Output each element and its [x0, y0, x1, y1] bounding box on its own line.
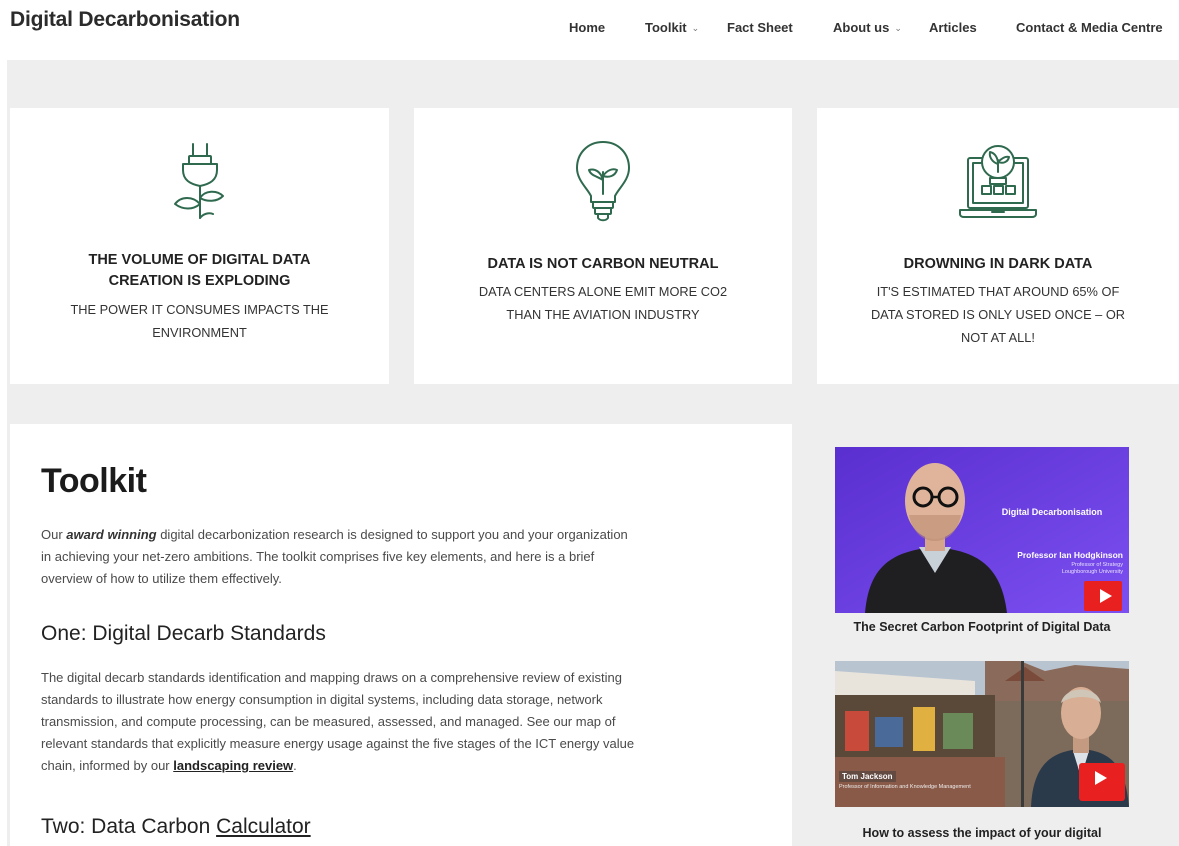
card-subtitle-line1: THE POWER IT CONSUMES IMPACTS THE	[70, 302, 329, 317]
nav-about-us-label: About us	[833, 20, 890, 35]
card-subtitle-line3: NOT AT ALL!	[961, 330, 1035, 345]
video-thumbnail-assess-impact[interactable]: Tom Jackson Professor of Information and…	[835, 661, 1129, 807]
main-nav: Home Toolkit ⌄ Fact Sheet About us ⌄ Artic…	[0, 20, 1179, 40]
chevron-down-icon: ⌄	[691, 23, 700, 33]
calculator-link[interactable]: Calculator	[216, 815, 311, 838]
nav-home-label: Home	[569, 20, 606, 35]
video-caption[interactable]: How to assess the impact of your digital	[832, 826, 1132, 840]
chevron-down-icon: ⌄	[894, 23, 902, 33]
section1-line1: The digital decarb standards identificat…	[41, 670, 622, 685]
section2-heading-prefix: Two: Data Carbon	[41, 815, 217, 838]
intro-line2: in achieving your net-zero ambitions. Th…	[41, 549, 595, 564]
video-overlay-role: Professor of Information and Knowledge M…	[839, 784, 971, 790]
section1-line5-prefix: chain, informed by our	[41, 758, 174, 773]
card-title-line2: CREATION IS EXPLODING	[108, 273, 291, 289]
section1-line3: transmission, and compute processing, ca…	[41, 714, 616, 729]
card-subtitle-line2: THAN THE AVIATION INDUSTRY	[506, 307, 700, 322]
video-overlay-title: Digital Decarbonisation	[1001, 507, 1103, 517]
intro-prefix: Our	[41, 527, 67, 542]
stat-card-data-creation: THE VOLUME OF DIGITAL DATA CREATION IS E…	[10, 108, 389, 384]
nav-toolkit[interactable]: Toolkit ⌄	[645, 20, 699, 35]
section1-body: The digital decarb standards identificat…	[41, 667, 761, 777]
nav-articles[interactable]: Articles	[929, 20, 977, 35]
nav-contact-media[interactable]: Contact & Media Centre	[1016, 20, 1163, 35]
nav-fact-sheet[interactable]: Fact Sheet	[727, 20, 793, 35]
intro-emphasis: award winning	[66, 527, 157, 542]
laptop-plant-icon	[956, 142, 1040, 227]
card-subtitle-line1: DATA CENTERS ALONE EMIT MORE CO2	[478, 284, 728, 299]
plug-plant-icon	[165, 140, 235, 229]
landscaping-review-link[interactable]: landscaping review	[173, 758, 293, 773]
video-presenter-name: Professor Ian Hodgkinson	[1017, 550, 1123, 560]
play-icon[interactable]	[1079, 763, 1125, 801]
intro-line3: overview of how to utilize them effectiv…	[41, 571, 282, 586]
card-subtitle-line2: ENVIRONMENT	[152, 325, 247, 340]
section1-line5-suffix: .	[293, 758, 297, 773]
section1-heading: One: Digital Decarb Standards	[41, 622, 326, 645]
toolkit-section: Toolkit Our award winning digital decarb…	[10, 424, 792, 846]
stat-card-dark-data: DROWNING IN DARK DATA IT'S ESTIMATED THA…	[817, 108, 1179, 384]
video-presenter-org: Loughborough University	[1061, 569, 1123, 575]
card-title-line1: THE VOLUME OF DIGITAL DATA	[88, 252, 311, 268]
toolkit-intro: Our award winning digital decarbonizatio…	[41, 524, 761, 590]
intro-line1: digital decarbonization research is desi…	[156, 527, 628, 542]
site-header: Digital Decarbonisation Home Toolkit ⌄ Fa…	[0, 0, 1179, 60]
nav-toolkit-label: Toolkit	[645, 20, 687, 35]
video-overlay-name: Tom Jackson	[839, 771, 896, 782]
section1-line2: standards to illustrate how energy consu…	[41, 692, 603, 707]
video-presenter-role: Professor of Strategy	[1071, 562, 1123, 568]
video-caption[interactable]: The Secret Carbon Footprint of Digital D…	[832, 620, 1132, 634]
video-thumbnail-secret-footprint[interactable]: Digital Decarbonisation Professor Ian Ho…	[835, 447, 1129, 613]
card-title-line1: DROWNING IN DARK DATA	[903, 256, 1093, 272]
nav-contact-label: Contact & Media Centre	[1016, 20, 1163, 35]
nav-fact-sheet-label: Fact Sheet	[727, 20, 793, 35]
section1-line4: relevant standards that explicitly measu…	[41, 736, 635, 751]
section2-heading: Two: Data Carbon Calculator	[41, 815, 311, 839]
nav-home[interactable]: Home	[569, 20, 605, 35]
card-subtitle-line1: IT'S ESTIMATED THAT AROUND 65% OF	[876, 284, 1120, 299]
nav-about-us[interactable]: About us ⌄	[833, 20, 902, 35]
play-icon[interactable]	[1084, 581, 1122, 611]
card-subtitle-line2: DATA STORED IS ONLY USED ONCE – OR	[870, 307, 1126, 322]
toolkit-heading: Toolkit	[41, 462, 147, 500]
lightbulb-plant-icon	[573, 138, 633, 229]
card-title-line1: DATA IS NOT CARBON NEUTRAL	[487, 256, 719, 272]
nav-articles-label: Articles	[929, 20, 977, 35]
stat-card-carbon-neutral: DATA IS NOT CARBON NEUTRAL DATA CENTERS …	[414, 108, 792, 384]
